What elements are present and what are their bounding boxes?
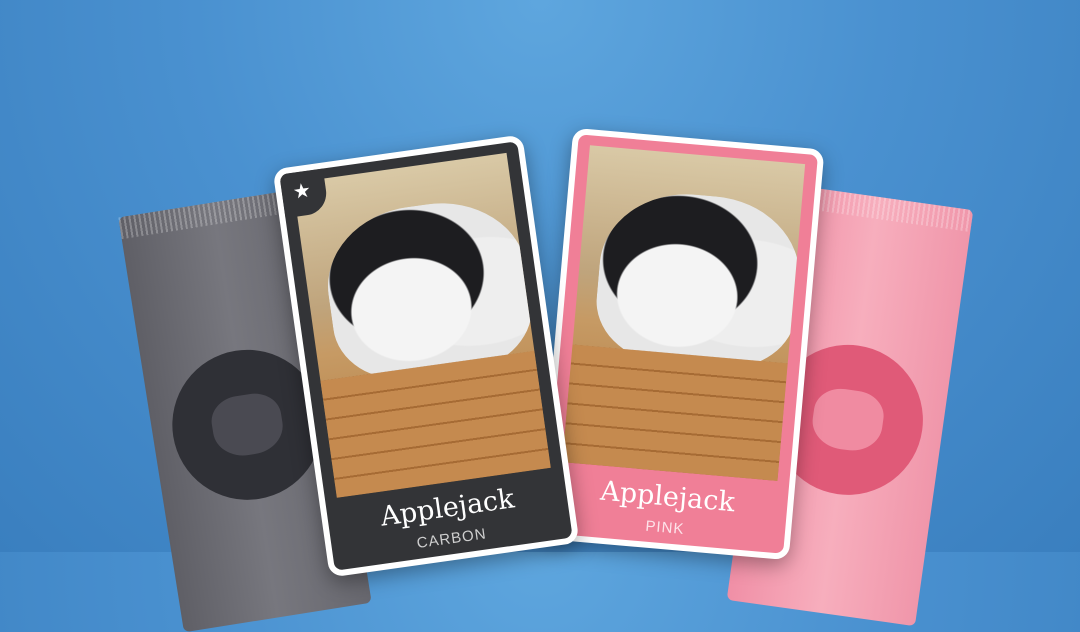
cat-photo (292, 152, 551, 498)
pink-cat-card[interactable]: Applejack PINK (537, 127, 825, 561)
cat-photo (562, 145, 806, 481)
